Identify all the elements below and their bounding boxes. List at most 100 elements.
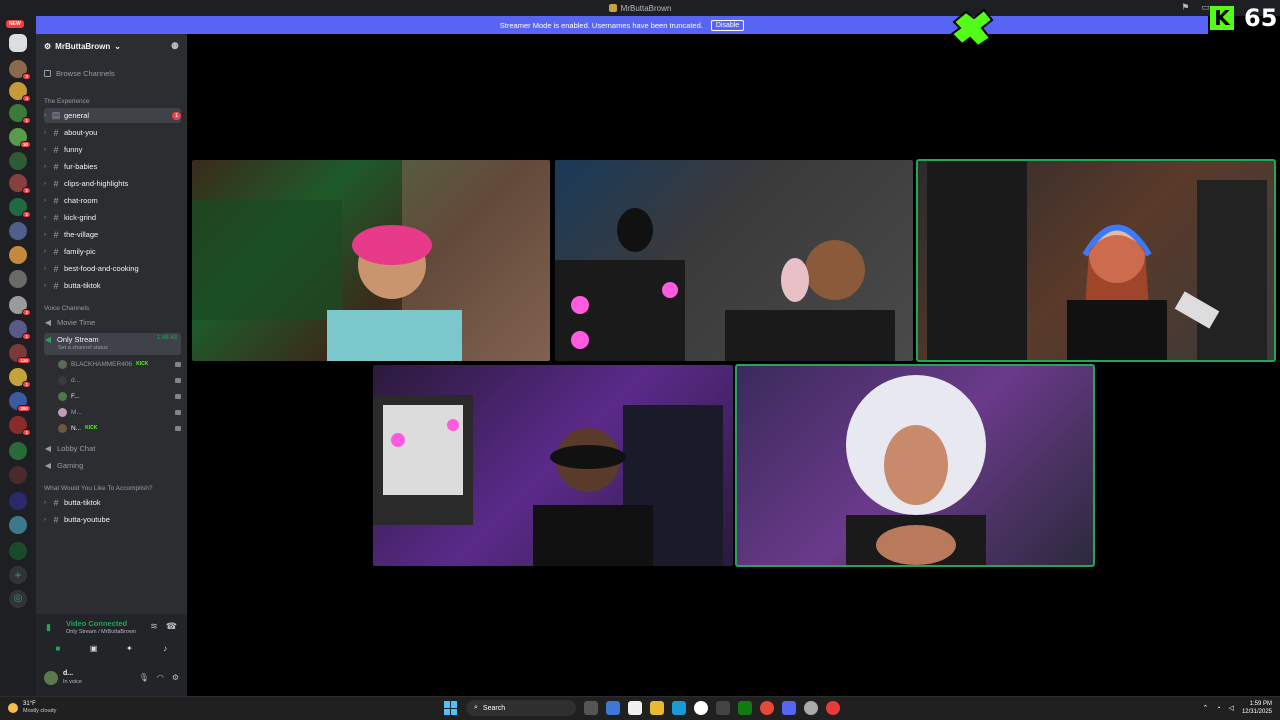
category-the-experience[interactable]: The Experience [44,98,90,105]
hash-icon: # [53,127,59,138]
disable-streamer-mode-button[interactable]: Disable [710,19,745,31]
channel-butta-tiktok[interactable]: › # butta-tiktok [44,278,181,293]
avatar[interactable] [44,671,58,685]
camera-button[interactable]: ■ [43,641,73,655]
server-icon[interactable] [9,466,27,484]
channel-family-pic[interactable]: › # family-pic [44,244,181,259]
server-icon[interactable]: 120 [9,344,31,364]
server-icon[interactable] [9,152,27,170]
server-icon[interactable] [9,516,27,534]
headphones-icon[interactable]: ◠ [157,673,164,682]
voice-channel-label: Only Stream [57,335,99,344]
chevron-up-icon[interactable]: ⌃ [1202,704,1208,712]
server-icon[interactable]: 4 [9,82,31,102]
network-icon[interactable]: ◔ [1216,705,1220,712]
voice-channel-movie-time[interactable]: ◀ Movie Time [44,315,181,330]
soundboard-button[interactable]: ♪ [150,641,180,655]
invite-icon[interactable]: ⚉ [171,41,179,52]
voice-channel-gaming[interactable]: ◀ Gaming [44,458,181,473]
voice-channel-label: Lobby Chat [57,444,96,453]
voice-member[interactable]: N... KICK [58,421,181,435]
weather-widget[interactable]: 31°F Mostly cloudy [8,701,56,714]
discover-icon[interactable]: ◎ [9,590,27,608]
voice-member[interactable]: M... [58,405,181,419]
video-tile-speaking[interactable] [916,159,1276,362]
copilot-icon[interactable] [606,701,620,715]
direct-messages-button[interactable] [9,34,27,52]
channel-label: fur-babies [64,162,98,171]
server-icon[interactable]: 1 [9,320,31,340]
microphone-icon[interactable]: 🎙 [139,673,149,682]
guild-header[interactable]: ⚙ MrButtaBrown ⌄ ⚉ [36,34,187,58]
screen-share-button[interactable]: ▣ [79,641,109,655]
server-icon[interactable]: 2 [9,296,31,316]
kick-badge: KICK [85,425,98,431]
app-icon[interactable] [804,701,818,715]
server-icon[interactable]: 1 [9,198,31,218]
server-icon[interactable]: 1 [9,174,31,194]
channel-butta-youtube[interactable]: › # butta-youtube [44,512,181,527]
windows-start-icon[interactable] [444,701,458,715]
channel-general[interactable]: › ▤ general 1 [44,108,181,123]
server-icon[interactable]: 1 [9,368,31,388]
server-icon[interactable]: 1 [9,104,31,124]
voice-member[interactable]: d... [58,373,181,387]
chrome-icon[interactable] [760,701,774,715]
app-icon[interactable] [628,701,642,715]
category-voice-channels[interactable]: Voice Channels [44,305,89,312]
xbox-icon[interactable] [738,701,752,715]
channel-best-food-and-cooking[interactable]: › # best-food-and-cooking [44,261,181,276]
browse-channels[interactable]: Browse Channels [44,69,115,78]
edge-icon[interactable] [672,701,686,715]
channel-chat-room[interactable]: › # chat-room [44,193,181,208]
task-view-icon[interactable] [584,701,598,715]
settings-app-icon[interactable] [716,701,730,715]
clock[interactable]: 1:59 PM 12/31/2025 [1242,700,1272,716]
add-server-icon[interactable]: + [9,566,27,584]
settings-icon[interactable]: ⚙ [172,673,179,682]
video-tile[interactable] [555,160,913,361]
server-icon[interactable]: 290 [9,392,31,412]
server-icon[interactable]: 3 [9,60,31,80]
app-icon[interactable] [694,701,708,715]
server-icon[interactable] [9,246,27,264]
server-icon[interactable] [9,222,27,240]
video-tile[interactable] [192,160,550,361]
voice-member[interactable]: F... [58,389,181,403]
noise-suppression-icon[interactable]: ≋ [150,621,158,632]
hash-icon: # [53,144,59,155]
server-icon[interactable] [9,442,27,460]
server-icon[interactable]: 30 [9,128,31,148]
camera-icon [175,409,181,415]
category-accomplish[interactable]: What Would You Like To Accomplish? [44,485,153,492]
camera-icon [175,377,181,383]
activities-button[interactable]: ✦ [114,641,144,655]
video-tile[interactable] [373,365,733,566]
channel-kick-grind[interactable]: › # kick-grind [44,210,181,225]
server-icon[interactable] [9,492,27,510]
volume-icon[interactable]: ◁ [1229,704,1234,712]
channel-clips-and-highlights[interactable]: › # clips-and-highlights [44,176,181,191]
disconnect-icon[interactable]: ☎ [166,621,177,632]
server-icon[interactable]: 1 [9,416,31,436]
app-icon[interactable] [826,701,840,715]
discord-taskbar-icon[interactable] [782,701,796,715]
channel-the-village[interactable]: › # the-village [44,227,181,242]
channel-funny[interactable]: › # funny [44,142,181,157]
inbox-icon[interactable]: ⚑ [1181,2,1189,13]
signal-icon[interactable]: ▮ [46,622,51,633]
channel-fur-babies[interactable]: › # fur-babies [44,159,181,174]
voice-channel-only-stream[interactable]: ◀ Only Stream 1:48:43 Set a channel stat… [44,333,181,355]
voice-member[interactable]: BLACKHAMMER406 KICK [58,357,181,371]
channel-about-you[interactable]: › # about-you [44,125,181,140]
monitor-icon[interactable]: ▭ [1201,2,1210,13]
taskbar-search[interactable]: ⌕ Search [466,700,576,716]
video-tile-speaking[interactable] [735,364,1095,567]
server-icon[interactable] [9,542,27,560]
voice-channel-lobby-chat[interactable]: ◀ Lobby Chat [44,441,181,456]
channel-butta-tiktok-2[interactable]: › # butta-tiktok [44,495,181,510]
channel-status[interactable]: Set a channel status [58,345,108,351]
server-icon[interactable] [9,270,27,288]
voice-connected-subtitle[interactable]: Only Stream / MrButtaBrown [66,629,136,635]
file-explorer-icon[interactable] [650,701,664,715]
